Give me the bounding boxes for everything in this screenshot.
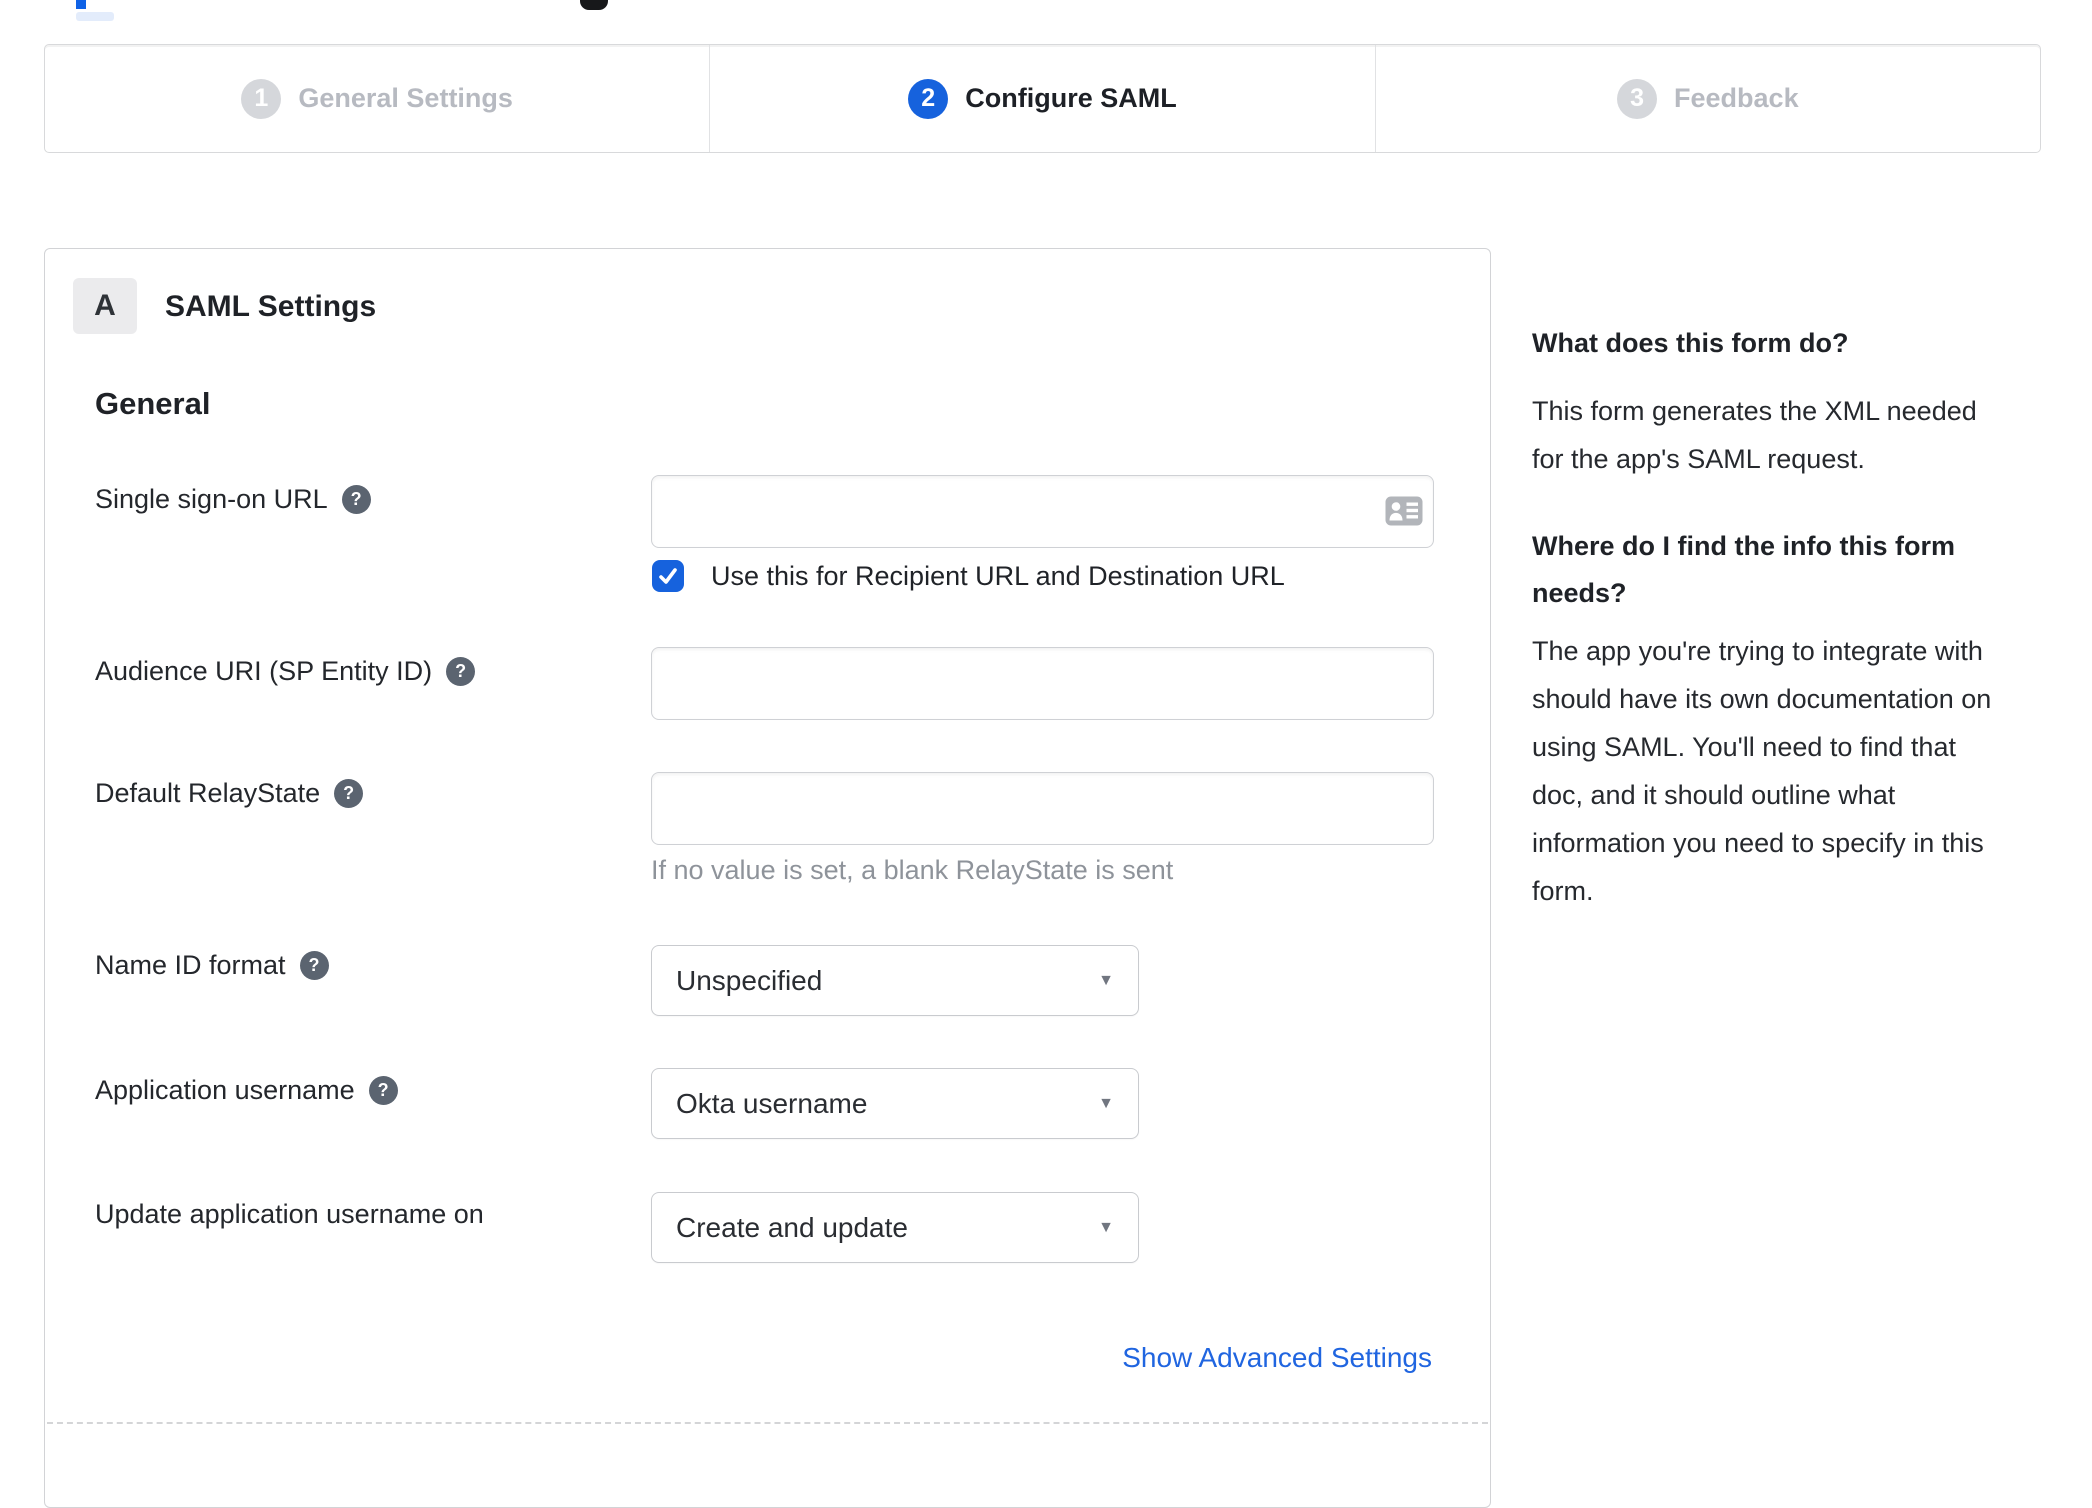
- step-feedback[interactable]: 3 Feedback: [1374, 45, 2040, 152]
- audience-uri-label: Audience URI (SP Entity ID): [95, 656, 433, 686]
- help-question-1-title: What does this form do?: [1532, 328, 1849, 358]
- chevron-down-icon: ▼: [1098, 1094, 1114, 1112]
- audience-uri-input[interactable]: [651, 647, 1434, 720]
- help-question-1-body: This form generates the XML needed for t…: [1532, 396, 1977, 474]
- help-panel: What does this form do? This form genera…: [1532, 320, 2037, 955]
- application-username-value: Okta username: [676, 1087, 868, 1119]
- chevron-down-icon: ▼: [1098, 971, 1114, 989]
- cutoff-black-icon: [580, 0, 608, 10]
- sso-url-help-icon[interactable]: ?: [341, 484, 371, 514]
- saml-settings-card: A SAML Settings General Single sign-on U…: [44, 248, 1491, 1508]
- general-group-title: General: [95, 386, 211, 421]
- relay-state-label-row: Default RelayState ?: [95, 777, 364, 809]
- step-1-label: General Settings: [298, 83, 513, 113]
- relay-state-label: Default RelayState: [95, 778, 321, 808]
- sso-url-label: Single sign-on URL: [95, 484, 328, 514]
- step-3-label: Feedback: [1674, 83, 1799, 113]
- relay-state-help-icon[interactable]: ?: [334, 778, 364, 808]
- step-3-number-badge: 3: [1617, 78, 1658, 119]
- name-id-format-label-row: Name ID format ?: [95, 949, 329, 981]
- audience-uri-help-icon[interactable]: ?: [446, 656, 476, 686]
- name-id-format-select[interactable]: Unspecified ▼: [651, 945, 1139, 1016]
- recipient-destination-checkbox[interactable]: [652, 560, 684, 592]
- recipient-destination-checkbox-label: Use this for Recipient URL and Destinati…: [711, 561, 1285, 591]
- update-username-label: Update application username on: [95, 1199, 484, 1229]
- help-question-2-title: Where do I find the info this form needs…: [1532, 531, 1955, 608]
- step-2-number-badge: 2: [908, 78, 949, 119]
- wizard-stepper: 1 General Settings 2 Configure SAML 3 Fe…: [44, 44, 2041, 153]
- name-id-format-help-icon[interactable]: ?: [299, 950, 329, 980]
- update-username-value: Create and update: [676, 1211, 908, 1243]
- checkmark-icon: [659, 568, 677, 584]
- contact-card-icon: [1385, 496, 1423, 526]
- step-general-settings[interactable]: 1 General Settings: [45, 45, 709, 152]
- relay-state-input[interactable]: [651, 772, 1434, 845]
- relay-state-helper-text: If no value is set, a blank RelayState i…: [651, 855, 1174, 885]
- step-1-number-badge: 1: [241, 78, 282, 119]
- sso-url-label-row: Single sign-on URL ?: [95, 483, 371, 515]
- show-advanced-settings-link[interactable]: Show Advanced Settings: [1122, 1341, 1432, 1375]
- section-a-badge: A: [73, 278, 137, 334]
- application-username-help-icon[interactable]: ?: [368, 1075, 398, 1105]
- cutoff-blue-faint-mark: [76, 12, 114, 21]
- step-2-label: Configure SAML: [965, 83, 1177, 113]
- application-username-label-row: Application username ?: [95, 1074, 398, 1106]
- sso-url-input[interactable]: [651, 475, 1434, 548]
- audience-uri-label-row: Audience URI (SP Entity ID) ?: [95, 655, 476, 687]
- step-configure-saml[interactable]: 2 Configure SAML: [709, 45, 1374, 152]
- application-username-label: Application username: [95, 1075, 355, 1105]
- help-question-2-body: The app you're trying to integrate with …: [1532, 636, 1992, 906]
- update-username-label-row: Update application username on: [95, 1198, 484, 1230]
- name-id-format-value: Unspecified: [676, 964, 823, 996]
- chevron-down-icon: ▼: [1098, 1218, 1114, 1236]
- section-dashed-divider: [47, 1422, 1488, 1424]
- cutoff-blue-mark: [76, 0, 86, 9]
- name-id-format-label: Name ID format: [95, 950, 286, 980]
- update-username-select[interactable]: Create and update ▼: [651, 1192, 1139, 1263]
- section-title: SAML Settings: [165, 290, 377, 323]
- application-username-select[interactable]: Okta username ▼: [651, 1068, 1139, 1139]
